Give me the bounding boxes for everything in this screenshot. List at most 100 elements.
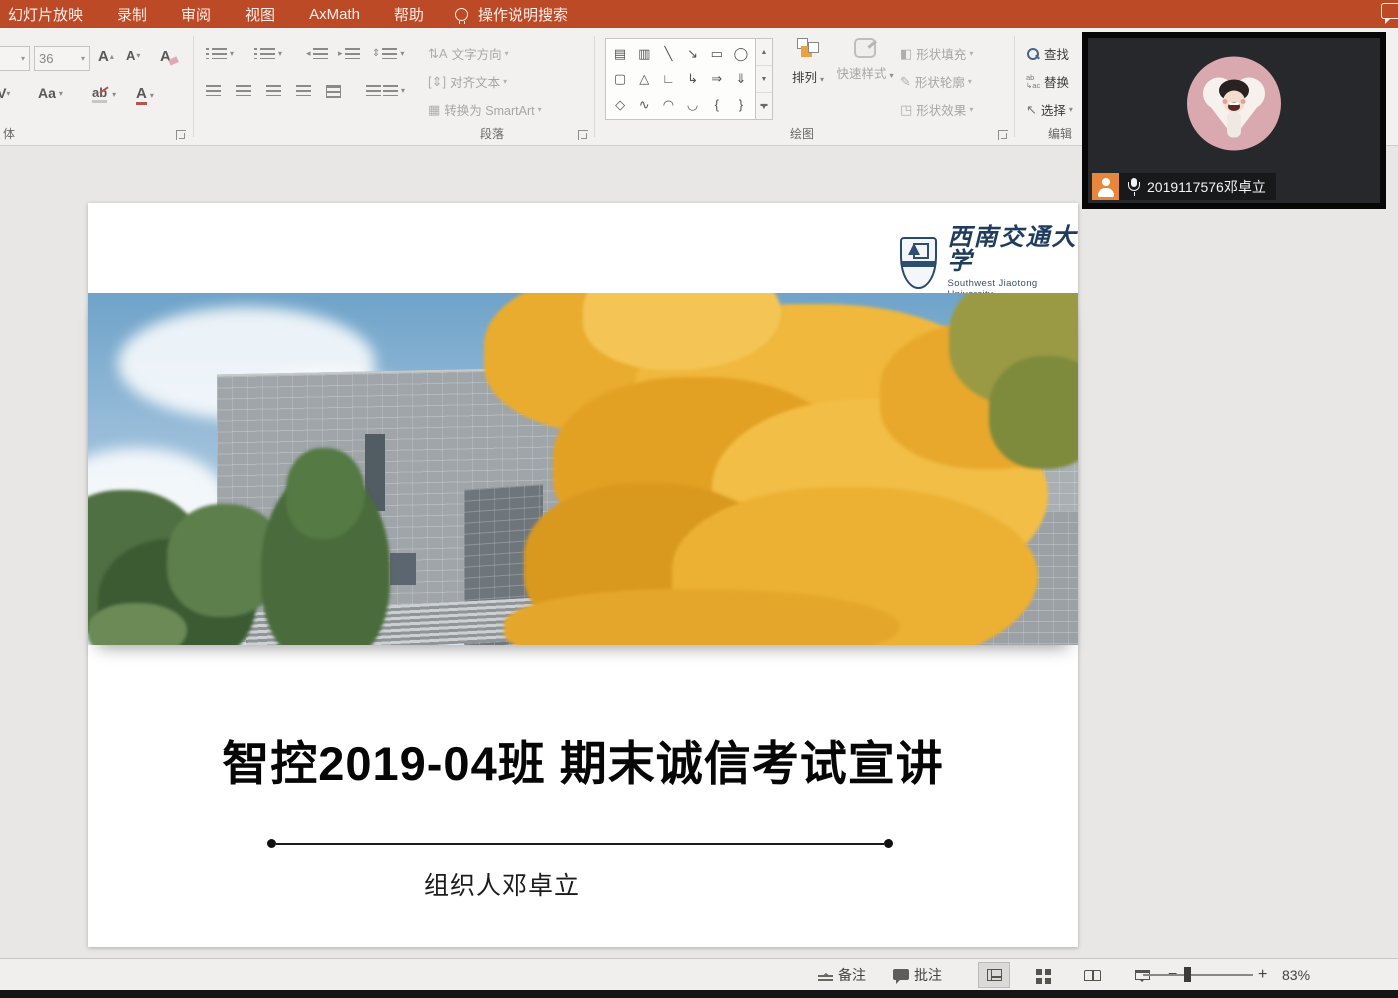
menubar: 幻灯片放映 录制 审阅 视图 AxMath 帮助 操作说明搜索 — [0, 0, 1398, 28]
numbering-button[interactable] — [254, 48, 282, 59]
zoom-in-button[interactable]: + — [1258, 959, 1267, 990]
window-bottom-edge — [0, 990, 1398, 998]
shape-elbow-icon[interactable]: ∟ — [662, 72, 675, 85]
shape-freeform-icon[interactable]: ◇ — [615, 98, 625, 111]
justify-button[interactable] — [296, 85, 311, 96]
replace-button[interactable]: ab↳ac替换 — [1026, 72, 1069, 91]
zoom-slider-track[interactable] — [1143, 974, 1253, 976]
shape-rectangle-icon[interactable]: ▭ — [711, 47, 723, 60]
menu-view[interactable]: 视图 — [228, 4, 292, 25]
comments-bubble-icon[interactable] — [1381, 3, 1398, 19]
shape-rounded-rect-icon[interactable]: ▢ — [614, 72, 626, 85]
align-text-button[interactable]: [⇕]对齐文本 — [428, 72, 507, 91]
organizer-text[interactable]: 组织人邓卓立 — [424, 866, 580, 902]
shape-down-arrow-icon[interactable]: ⇓ — [735, 72, 746, 85]
photo-window-small — [390, 553, 416, 585]
normal-view-button[interactable] — [978, 962, 1010, 988]
replace-icon: ab↳ac — [1026, 74, 1041, 90]
shape-textbox-icon[interactable]: ▤ — [614, 47, 626, 60]
notes-icon — [818, 969, 833, 981]
avatar — [1186, 56, 1282, 157]
text-direction-icon: ⇅A — [428, 46, 448, 62]
quick-styles-button[interactable]: 快速样式 — [836, 38, 894, 82]
gallery-up-icon[interactable]: ▲ — [756, 39, 772, 66]
paragraph-dialog-launcher[interactable] — [578, 130, 588, 140]
search-icon — [1026, 47, 1040, 61]
shape-arrow-line-icon[interactable]: ↘ — [687, 47, 698, 60]
clear-formatting-button[interactable]: A — [160, 48, 178, 65]
shape-fill-icon: ◧ — [900, 46, 912, 62]
shape-arc-icon[interactable]: ◠ — [663, 98, 674, 111]
shape-vtextbox-icon[interactable]: ▥ — [638, 47, 650, 60]
shape-line-icon[interactable]: ╲ — [664, 47, 672, 60]
increase-indent-button[interactable]: ▸ — [338, 48, 360, 59]
shape-right-arrow-icon[interactable]: ⇒ — [711, 72, 722, 85]
tell-me-search[interactable]: 操作说明搜索 — [478, 4, 568, 25]
find-button[interactable]: 查找 — [1026, 44, 1069, 63]
align-left-button[interactable] — [206, 85, 221, 96]
menu-help[interactable]: 帮助 — [377, 4, 441, 25]
change-case-button[interactable]: Aa — [38, 85, 63, 101]
menu-axmath[interactable]: AxMath — [292, 6, 377, 23]
menu-review[interactable]: 审阅 — [164, 4, 228, 25]
font-size-combo[interactable]: 36▾ — [34, 46, 90, 71]
columns-button[interactable] — [366, 85, 405, 96]
gallery-more-icon[interactable]: ▬▼ — [756, 93, 772, 119]
editing-group-label: 编辑 — [1048, 125, 1072, 142]
shapes-gallery[interactable]: ▤ ▥ ╲ ↘ ▭ ◯ ▢ △ ∟ ↳ ⇒ ⇓ ◇ ∿ ◠ ◡ { } — [605, 38, 756, 120]
menu-record[interactable]: 录制 — [100, 4, 164, 25]
align-center-button[interactable] — [236, 85, 251, 96]
shrink-font-button[interactable]: A▾ — [126, 48, 140, 63]
shape-scribble-icon[interactable]: ∿ — [639, 98, 650, 111]
gallery-down-icon[interactable]: ▼ — [756, 66, 772, 93]
bullets-button[interactable] — [206, 48, 234, 59]
group-separator — [193, 36, 194, 137]
shape-left-brace-icon[interactable]: { — [715, 98, 719, 111]
slide-title[interactable]: 智控2019-04班 期末诚信考试宣讲 — [88, 725, 1078, 794]
normal-view-icon — [987, 969, 1002, 981]
shape-right-brace-icon[interactable]: } — [739, 98, 743, 111]
slide-sorter-view-button[interactable] — [1026, 962, 1058, 988]
grow-font-button[interactable]: A▴ — [98, 48, 114, 65]
shapes-gallery-scrollbar[interactable]: ▲ ▼ ▬▼ — [756, 38, 773, 120]
shape-oval-icon[interactable]: ◯ — [734, 47, 749, 60]
shape-triangle-icon[interactable]: △ — [639, 72, 649, 85]
slide[interactable]: 西南交通大学 Southwest Jiaotong University — [88, 203, 1078, 947]
font-dialog-launcher[interactable] — [176, 130, 186, 140]
font-color-button[interactable]: A — [136, 85, 154, 105]
comment-bubble-icon — [893, 969, 909, 980]
reading-view-icon — [1084, 970, 1101, 981]
shape-curve-icon[interactable]: ◡ — [687, 98, 698, 111]
statusbar: 备注 批注 − + 83% — [0, 958, 1398, 990]
shape-outline-button[interactable]: ✎形状轮廓 — [900, 72, 972, 91]
font-name-combo[interactable]: ▾ — [0, 46, 30, 71]
editing-canvas[interactable]: 西南交通大学 Southwest Jiaotong University — [0, 146, 1398, 958]
zoom-percentage[interactable]: 83% — [1282, 959, 1310, 990]
shape-elbow-arrow-icon[interactable]: ↳ — [687, 72, 698, 85]
distribute-button[interactable] — [326, 85, 341, 98]
shape-effects-button[interactable]: ◳形状效果 — [900, 100, 973, 119]
slide-sorter-icon — [1036, 969, 1042, 975]
notes-toggle-button[interactable]: 备注 — [818, 959, 866, 990]
font-group-label: 体 — [3, 125, 15, 142]
quick-styles-icon — [854, 38, 876, 58]
reading-view-button[interactable] — [1076, 962, 1108, 988]
highlight-button[interactable]: ab — [92, 85, 116, 103]
select-button[interactable]: ↖选择 — [1026, 100, 1073, 119]
arrange-button[interactable]: 排列 — [783, 38, 833, 86]
character-spacing-button[interactable]: AV▾ — [0, 85, 20, 101]
lightbulb-icon — [455, 8, 468, 21]
comments-toggle-button[interactable]: 批注 — [893, 959, 942, 990]
line-spacing-button[interactable]: ⇕ — [372, 48, 404, 59]
align-right-button[interactable] — [266, 85, 281, 96]
menu-slideshow[interactable]: 幻灯片放映 — [0, 4, 100, 25]
drawing-dialog-launcher[interactable] — [998, 130, 1008, 140]
campus-photo[interactable]: 圖書館 — [88, 293, 1078, 645]
smartart-button[interactable]: ▦转换为 SmartArt — [428, 100, 542, 119]
webcam-panel[interactable]: 2019117576邓卓立 — [1082, 32, 1386, 209]
zoom-slider-thumb[interactable] — [1184, 967, 1191, 982]
divider-dot — [884, 839, 893, 848]
shape-fill-button[interactable]: ◧形状填充 — [900, 44, 973, 63]
decrease-indent-button[interactable]: ◂ — [306, 48, 328, 59]
text-direction-button[interactable]: ⇅A文字方向 — [428, 44, 509, 63]
